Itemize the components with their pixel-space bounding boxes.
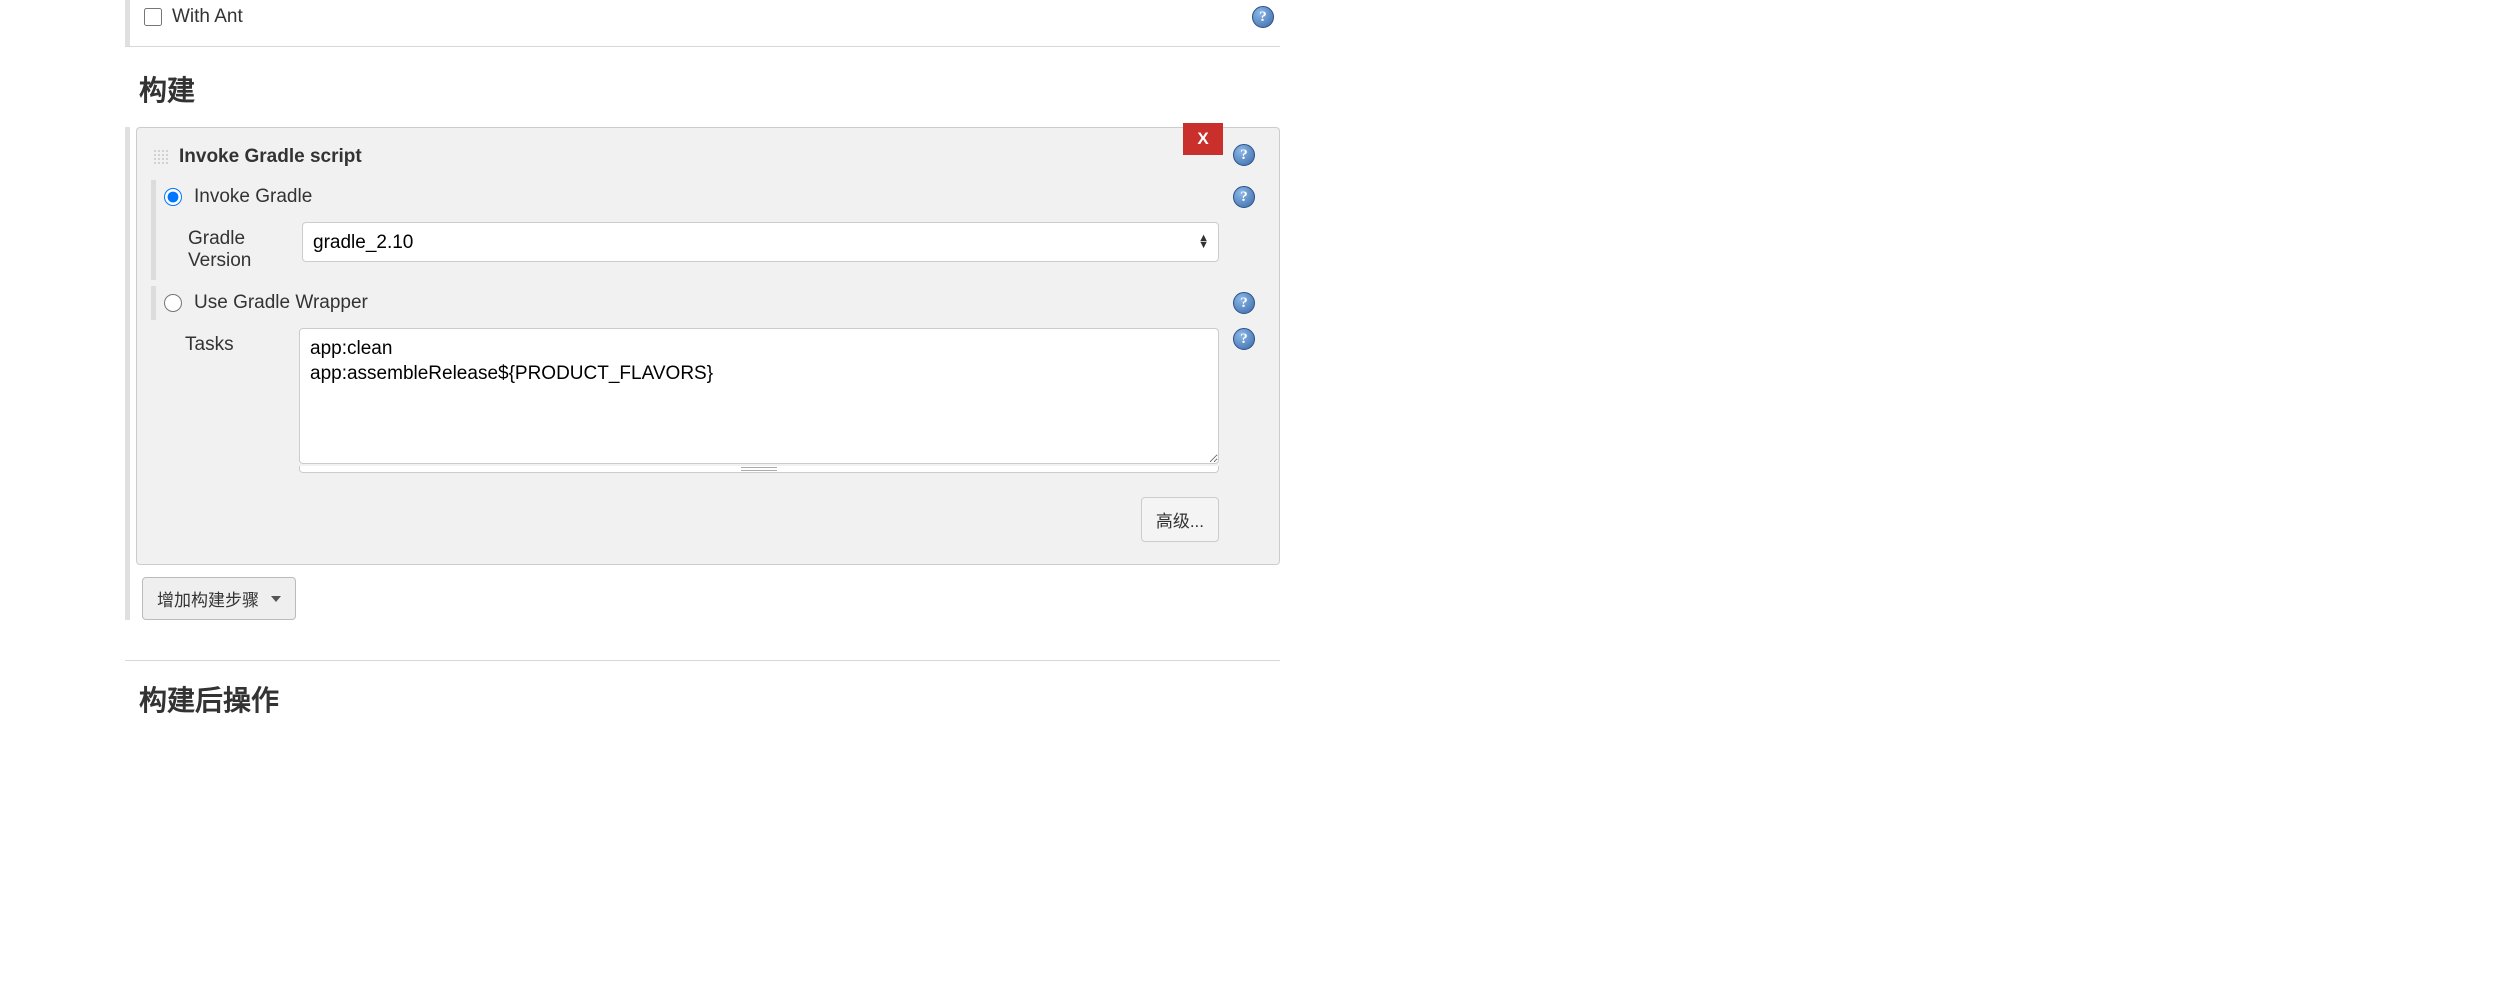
help-icon[interactable]: ? bbox=[1233, 292, 1255, 314]
invoke-gradle-label: Invoke Gradle bbox=[194, 186, 312, 208]
add-build-step-row: 增加构建步骤 bbox=[136, 565, 1280, 620]
build-section-heading: 构建 bbox=[125, 47, 1280, 127]
with-ant-row: With Ant ? bbox=[136, 0, 1280, 46]
tasks-control bbox=[299, 328, 1219, 473]
help-icon[interactable]: ? bbox=[1233, 144, 1255, 166]
step-header: Invoke Gradle script ? bbox=[153, 146, 1255, 168]
gradle-version-label: Gradle Version bbox=[164, 222, 294, 272]
page-container: With Ant ? 构建 X Invoke Gradle script ? I… bbox=[0, 0, 2498, 988]
with-ant-block: With Ant ? bbox=[125, 0, 1280, 46]
gradle-version-row: Gradle Version gradle_2.10 ▲▼ bbox=[164, 214, 1255, 280]
invoke-gradle-row: Invoke Gradle ? bbox=[164, 180, 1255, 214]
add-build-step-label: 增加构建步骤 bbox=[157, 586, 259, 611]
help-icon[interactable]: ? bbox=[1233, 186, 1255, 208]
chevron-down-icon bbox=[271, 596, 281, 602]
tasks-row: Tasks ? bbox=[153, 320, 1255, 481]
build-container: X Invoke Gradle script ? Invoke Gradle ?… bbox=[125, 127, 1280, 620]
use-wrapper-label: Use Gradle Wrapper bbox=[194, 292, 368, 314]
advanced-button[interactable]: 高级... bbox=[1141, 497, 1219, 542]
tasks-label: Tasks bbox=[161, 328, 291, 356]
gradle-version-select[interactable]: gradle_2.10 bbox=[302, 222, 1219, 262]
gradle-version-select-wrapper: gradle_2.10 ▲▼ bbox=[302, 222, 1219, 262]
post-build-heading: 构建后操作 bbox=[125, 661, 1280, 719]
use-wrapper-block: Use Gradle Wrapper ? bbox=[151, 286, 1255, 320]
add-build-step-button[interactable]: 增加构建步骤 bbox=[142, 577, 296, 620]
invoke-gradle-radio[interactable] bbox=[164, 188, 182, 206]
use-wrapper-row: Use Gradle Wrapper ? bbox=[164, 286, 1255, 320]
main-content: With Ant ? 构建 X Invoke Gradle script ? I… bbox=[125, 0, 1280, 719]
tasks-textarea[interactable] bbox=[299, 328, 1219, 464]
with-ant-label: With Ant bbox=[172, 6, 243, 28]
use-wrapper-radio[interactable] bbox=[164, 294, 182, 312]
help-icon[interactable]: ? bbox=[1233, 328, 1255, 350]
advanced-row: 高级... bbox=[153, 481, 1255, 542]
build-step-gradle: X Invoke Gradle script ? Invoke Gradle ?… bbox=[136, 127, 1280, 565]
help-icon[interactable]: ? bbox=[1252, 6, 1274, 28]
step-title: Invoke Gradle script bbox=[179, 146, 362, 168]
drag-handle-icon[interactable] bbox=[153, 149, 169, 165]
textarea-resize-grip[interactable] bbox=[299, 466, 1219, 473]
invoke-gradle-block: Invoke Gradle ? Gradle Version gradle_2.… bbox=[151, 180, 1255, 280]
gradle-version-control: gradle_2.10 ▲▼ bbox=[302, 222, 1219, 262]
with-ant-checkbox[interactable] bbox=[144, 8, 162, 26]
